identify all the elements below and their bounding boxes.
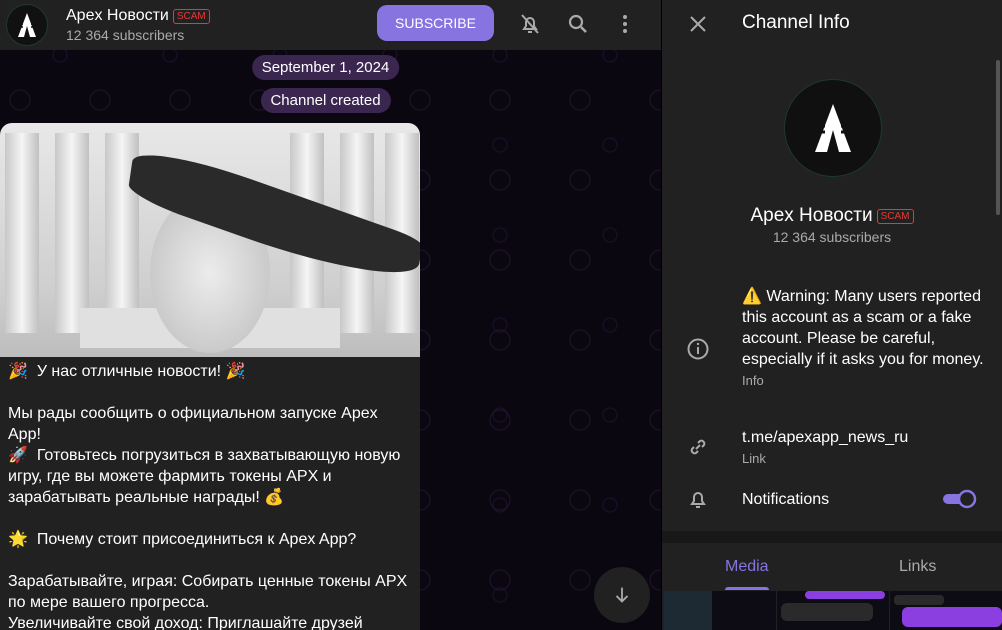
panel-scrollbar[interactable] — [996, 60, 1000, 215]
notifications-toggle[interactable] — [943, 489, 977, 509]
more-options-icon[interactable] — [613, 12, 637, 36]
service-message: Channel created — [260, 88, 391, 113]
channel-avatar-large[interactable] — [784, 79, 882, 177]
subscriber-count: 12 364 subscribers — [66, 27, 185, 43]
message-photo[interactable] — [0, 123, 420, 357]
chat-area: Apex Новости SCAM 12 364 subscribers SUBS… — [0, 0, 661, 630]
scam-badge: SCAM — [876, 208, 914, 224]
subscribe-button[interactable]: SUBSCRIBE — [377, 5, 494, 41]
media-thumbnail[interactable] — [890, 591, 1002, 630]
search-icon[interactable] — [566, 12, 590, 36]
channel-avatar[interactable] — [6, 4, 48, 46]
chat-header[interactable]: Apex Новости SCAM 12 364 subscribers SUBS… — [0, 0, 661, 50]
info-row[interactable]: ⚠️ Warning: Many users reported this acc… — [742, 286, 987, 388]
scroll-down-button[interactable] — [594, 567, 650, 623]
apex-logo-icon — [18, 13, 36, 37]
info-icon — [687, 338, 709, 360]
link-icon — [690, 439, 706, 455]
subscriber-count: 12 364 subscribers — [772, 229, 892, 245]
panel-title: Channel Info — [742, 12, 850, 33]
channel-info-panel: Channel Info Apex Новости SCAM 12 364 sub… — [662, 0, 1002, 630]
link-row[interactable]: t.me/apexapp_news_ru Link — [742, 427, 987, 466]
media-thumbnail[interactable] — [664, 591, 776, 630]
message-text: 🎉 У нас отличные новости! 🎉 Мы рады сооб… — [8, 363, 408, 630]
channel-title: Apex Новости — [66, 7, 169, 24]
info-label: Info — [742, 373, 764, 388]
arrow-down-icon — [615, 587, 629, 603]
section-divider — [662, 531, 1002, 543]
channel-name: Apex Новости — [750, 205, 873, 226]
bell-icon — [690, 492, 706, 508]
tab-links[interactable]: Links — [899, 558, 936, 576]
bell-off-icon[interactable] — [518, 12, 542, 36]
date-separator: September 1, 2024 — [251, 55, 400, 80]
message-bubble[interactable]: 🎉 У нас отличные новости! 🎉 Мы рады сооб… — [0, 123, 420, 630]
apex-logo-icon — [815, 104, 851, 152]
scam-badge: SCAM — [172, 8, 210, 24]
channel-link[interactable]: t.me/apexapp_news_ru — [742, 427, 987, 448]
tab-media[interactable]: Media — [725, 558, 769, 576]
media-thumbnail[interactable] — [777, 591, 889, 630]
scam-warning-text: ⚠️ Warning: Many users reported this acc… — [742, 288, 984, 368]
link-label: Link — [742, 451, 766, 466]
active-tab-indicator — [725, 587, 769, 590]
close-icon[interactable] — [686, 12, 710, 36]
